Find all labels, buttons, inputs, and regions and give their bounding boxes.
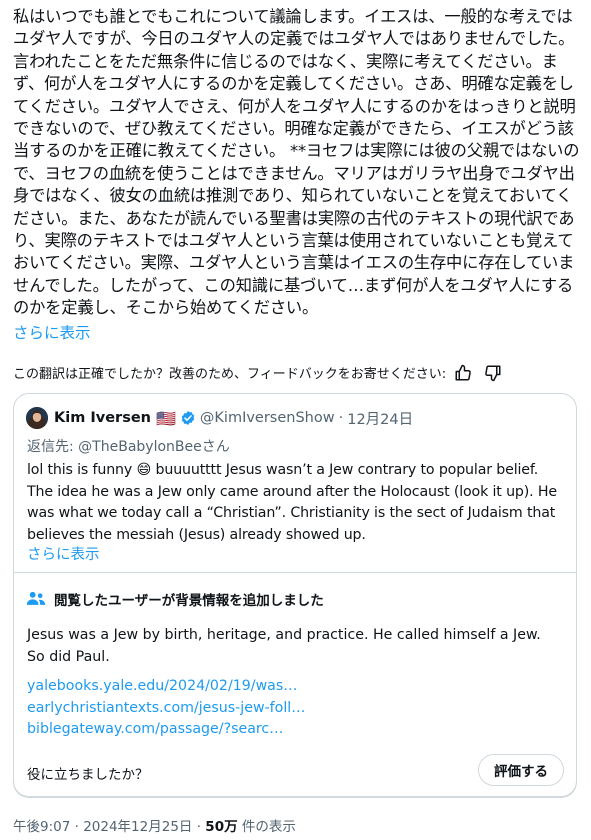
us-flag-icon: 🇺🇸 [155, 408, 176, 428]
views-label: 件の表示 [237, 819, 296, 835]
note-link-earlychristiantexts[interactable]: earlychristiantexts.com/jesus-jew-foll… [27, 698, 305, 720]
community-note-header: 閲覧したユーザーが背景情報を追加しました [26, 589, 324, 609]
post-time[interactable]: 午後9:07 [13, 819, 70, 835]
people-icon [26, 591, 46, 605]
reply-prefix: 返信先: [27, 439, 79, 455]
quoted-show-more-link[interactable]: さらに表示 [27, 543, 100, 564]
separator: · [192, 819, 206, 835]
reply-handle[interactable]: @TheBabylonBee [78, 439, 202, 455]
quoted-post-date[interactable]: 12月24日 [347, 408, 413, 429]
quoted-post-text: lol this is funny 😄 buuuutttt Jesus wasn… [27, 462, 557, 543]
verified-badge-icon [180, 410, 196, 426]
reply-suffix: さん [201, 439, 230, 455]
note-link-biblegateway[interactable]: biblegateway.com/passage/?searc… [27, 719, 305, 741]
reply-to-line: 返信先: @TheBabylonBeeさん [27, 436, 230, 456]
post-text: 私はいつでも誰とでもこれについて議論します。イエスは、一般的な考えではユダヤ人で… [13, 7, 580, 318]
helpful-question: 役に立ちましたか？ [27, 767, 149, 783]
community-note: 閲覧したユーザーが背景情報を追加しました Jesus was a Jew by … [13, 572, 577, 798]
community-note-links: yalebooks.yale.edu/2024/02/19/was… early… [27, 676, 305, 741]
post-footer: 午後9:07 · 2024年12月25日 · 50万 件の表示 [13, 815, 296, 835]
community-note-text: Jesus was a Jew by birth, heritage, and … [27, 627, 541, 665]
quoted-post[interactable]: Kim Iversen 🇺🇸 @KimIversenShow · 12月24日 … [13, 393, 577, 798]
quoted-author-handle[interactable]: @KimIversenShow [200, 410, 335, 426]
post-date[interactable]: 2024年12月25日 [83, 819, 192, 835]
quoted-author-name[interactable]: Kim Iversen [54, 410, 151, 426]
views-count[interactable]: 50万 [205, 819, 237, 835]
thumbs-up-icon[interactable] [454, 364, 472, 382]
post-show-more-link[interactable]: さらに表示 [13, 321, 91, 343]
separator: · [70, 819, 84, 835]
community-note-title: 閲覧したユーザーが背景情報を追加しました [54, 593, 324, 609]
note-link-yalebooks[interactable]: yalebooks.yale.edu/2024/02/19/was… [27, 676, 305, 698]
translation-feedback-text: この翻訳は正確でしたか？改善のため、フィードバックをお寄せください: [13, 367, 447, 382]
thumbs-down-icon[interactable] [484, 364, 502, 382]
dot-separator: · [338, 410, 344, 426]
quoted-post-header: Kim Iversen 🇺🇸 @KimIversenShow · 12月24日 [26, 407, 413, 429]
rate-button[interactable]: 評価する [478, 754, 564, 786]
translation-feedback: この翻訳は正確でしたか？改善のため、フィードバックをお寄せください: [13, 363, 502, 382]
avatar[interactable] [26, 407, 48, 429]
